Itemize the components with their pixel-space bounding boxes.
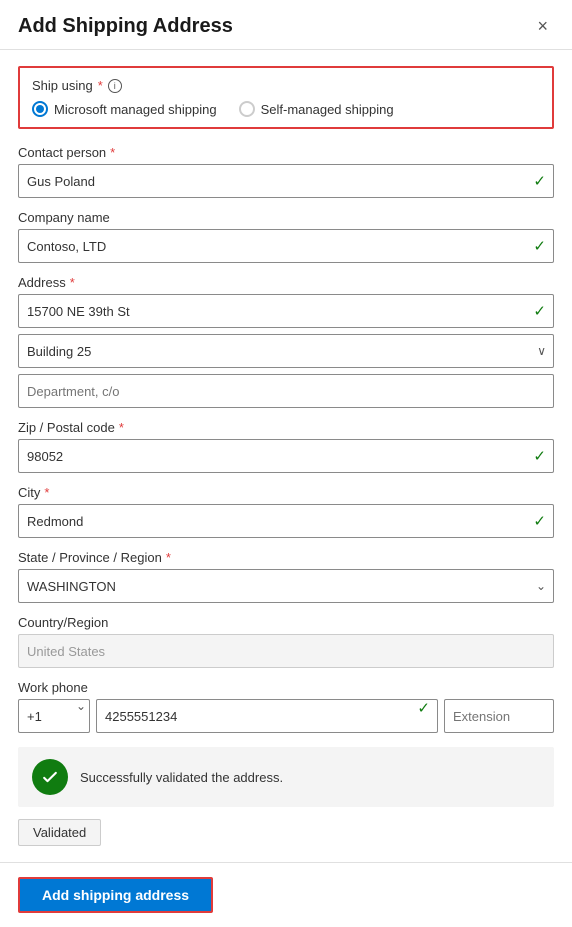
state-select[interactable]: WASHINGTON xyxy=(18,569,554,603)
modal-footer: Add shipping address xyxy=(0,862,572,927)
modal-body: Ship using * i Microsoft managed shippin… xyxy=(0,50,572,862)
modal-header: Add Shipping Address × xyxy=(0,0,572,50)
phone-row: +1 ⌄ ✓ xyxy=(18,699,554,733)
contact-person-label: Contact person * xyxy=(18,145,554,160)
ship-using-section: Ship using * i Microsoft managed shippin… xyxy=(18,66,554,129)
zip-input[interactable] xyxy=(18,439,554,473)
validated-button-wrap: Validated xyxy=(18,819,554,846)
phone-country-wrap: +1 ⌄ xyxy=(18,699,90,733)
validated-button[interactable]: Validated xyxy=(18,819,101,846)
contact-person-input-wrap: ✓ xyxy=(18,164,554,198)
city-field: City * ✓ xyxy=(18,485,554,538)
contact-person-field: Contact person * ✓ xyxy=(18,145,554,198)
radio-self-managed[interactable]: Self-managed shipping xyxy=(239,101,394,117)
contact-person-input[interactable] xyxy=(18,164,554,198)
state-field: State / Province / Region * WASHINGTON ⌄ xyxy=(18,550,554,603)
validation-success-icon xyxy=(32,759,68,795)
address-line2-input[interactable] xyxy=(18,334,554,368)
address-line3-input[interactable] xyxy=(18,374,554,408)
zip-label: Zip / Postal code * xyxy=(18,420,554,435)
country-label: Country/Region xyxy=(18,615,554,630)
ship-using-label: Ship using * i xyxy=(32,78,540,93)
page-title: Add Shipping Address xyxy=(18,15,233,38)
work-phone-field: Work phone +1 ⌄ ✓ xyxy=(18,680,554,733)
company-name-input[interactable] xyxy=(18,229,554,263)
phone-number-wrap: ✓ xyxy=(96,699,438,733)
submit-button[interactable]: Add shipping address xyxy=(18,877,213,913)
country-input xyxy=(18,634,554,668)
radio-microsoft-label: Microsoft managed shipping xyxy=(54,102,217,117)
company-name-label: Company name xyxy=(18,210,554,225)
state-select-wrap: WASHINGTON ⌄ xyxy=(18,569,554,603)
address-line1-wrap: ✓ xyxy=(18,294,554,328)
radio-self-label: Self-managed shipping xyxy=(261,102,394,117)
add-shipping-address-modal: Add Shipping Address × Ship using * i Mi… xyxy=(0,0,572,927)
state-label: State / Province / Region * xyxy=(18,550,554,565)
work-phone-label: Work phone xyxy=(18,680,554,695)
city-input[interactable] xyxy=(18,504,554,538)
phone-country-select[interactable]: +1 xyxy=(18,699,90,733)
zip-input-wrap: ✓ xyxy=(18,439,554,473)
city-input-wrap: ✓ xyxy=(18,504,554,538)
radio-circle-self xyxy=(239,101,255,117)
company-name-field: Company name ✓ xyxy=(18,210,554,263)
ship-using-info-icon[interactable]: i xyxy=(108,79,122,93)
country-input-wrap xyxy=(18,634,554,668)
address-line2-wrap: ∨ xyxy=(18,334,554,368)
address-line1-input[interactable] xyxy=(18,294,554,328)
ship-using-radio-group: Microsoft managed shipping Self-managed … xyxy=(32,101,540,117)
phone-extension-input[interactable] xyxy=(444,699,554,733)
zip-field: Zip / Postal code * ✓ xyxy=(18,420,554,473)
address-field: Address * ✓ ∨ xyxy=(18,275,554,408)
country-field: Country/Region xyxy=(18,615,554,668)
address-line3-wrap xyxy=(18,374,554,408)
ship-using-required: * xyxy=(98,78,103,93)
close-button[interactable]: × xyxy=(531,14,554,39)
radio-circle-microsoft xyxy=(32,101,48,117)
address-label: Address * xyxy=(18,275,554,290)
validation-box: Successfully validated the address. xyxy=(18,747,554,807)
validation-message: Successfully validated the address. xyxy=(80,770,283,785)
company-name-input-wrap: ✓ xyxy=(18,229,554,263)
phone-number-input[interactable] xyxy=(96,699,438,733)
city-label: City * xyxy=(18,485,554,500)
radio-microsoft-managed[interactable]: Microsoft managed shipping xyxy=(32,101,217,117)
